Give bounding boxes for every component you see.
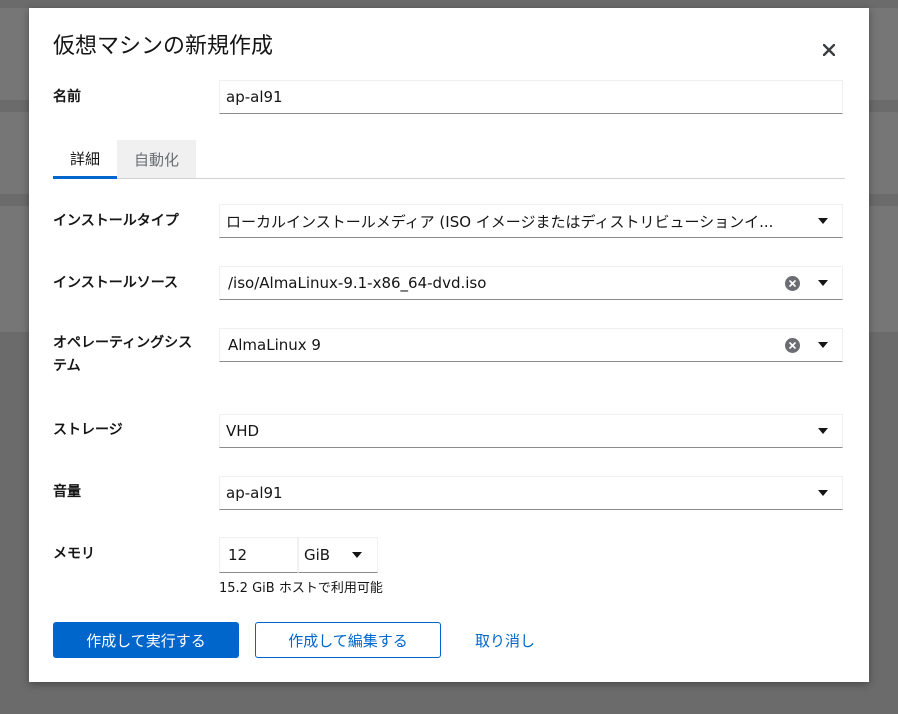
install-source-label: インストールソース [53, 275, 179, 291]
install-source-value: /iso/AlmaLinux-9.1-x86_64-dvd.iso [228, 274, 487, 292]
os-label-line2: テム [53, 358, 81, 374]
create-and-run-button[interactable]: 作成して実行する [53, 622, 239, 658]
storage-select[interactable]: VHD [219, 414, 843, 448]
close-button[interactable] [817, 38, 841, 62]
dialog-title: 仮想マシンの新規作成 [53, 34, 274, 59]
background-card [869, 206, 898, 332]
background-card [0, 8, 29, 100]
tab-automation[interactable]: 自動化 [117, 140, 196, 178]
caret-down-icon [352, 552, 363, 558]
tab-details[interactable]: 詳細 [53, 140, 117, 179]
os-select[interactable]: AlmaLinux 9 [219, 328, 843, 362]
memory-helper-text: 15.2 GiB ホストで利用可能 [219, 581, 383, 596]
memory-unit-select[interactable]: GiB [298, 537, 378, 573]
tab-details-label: 詳細 [69, 149, 100, 168]
close-icon [823, 44, 835, 56]
caret-down-icon [818, 428, 828, 434]
name-input-value: ap-al91 [226, 88, 283, 106]
os-value: AlmaLinux 9 [228, 336, 321, 354]
os-label-line1: オペレーティングシス [53, 335, 193, 351]
background-card [869, 8, 898, 100]
memory-group: 12 GiB [219, 537, 378, 573]
volume-value: ap-al91 [226, 484, 283, 502]
caret-down-icon [818, 218, 828, 224]
memory-input[interactable]: 12 [219, 537, 298, 573]
cancel-button[interactable]: 取り消し [457, 622, 553, 658]
install-type-value: ローカルインストールメディア (ISO イメージまたはディストリビューションイ.… [226, 212, 774, 231]
clear-icon[interactable] [785, 337, 800, 353]
os-label: オペレーティングシス テム [53, 332, 192, 378]
name-label: 名前 [53, 89, 81, 105]
background-card [0, 206, 29, 332]
create-and-edit-button[interactable]: 作成して編集する [255, 622, 441, 658]
background-card [869, 112, 898, 194]
memory-unit-value: GiB [304, 546, 331, 564]
storage-label: ストレージ [53, 422, 123, 438]
install-type-select[interactable]: ローカルインストールメディア (ISO イメージまたはディストリビューションイ.… [219, 204, 843, 238]
install-source-select[interactable]: /iso/AlmaLinux-9.1-x86_64-dvd.iso [219, 266, 843, 300]
caret-down-icon [818, 490, 828, 496]
volume-select[interactable]: ap-al91 [219, 476, 843, 510]
install-type-label: インストールタイプ [53, 213, 179, 229]
caret-down-icon[interactable] [818, 280, 828, 286]
memory-label: メモリ [53, 546, 95, 562]
memory-value: 12 [228, 546, 248, 564]
tab-automation-label: 自動化 [133, 150, 179, 169]
volume-label: 音量 [53, 484, 81, 500]
create-vm-dialog: 仮想マシンの新規作成 名前 ap-al91 詳細 自動化 インストールタイプ ロ… [29, 8, 869, 682]
name-input[interactable]: ap-al91 [219, 80, 843, 114]
caret-down-icon[interactable] [818, 342, 828, 348]
clear-icon[interactable] [785, 275, 800, 291]
tab-bar: 詳細 自動化 [53, 140, 845, 179]
background-card [0, 112, 29, 194]
storage-value: VHD [226, 422, 260, 440]
